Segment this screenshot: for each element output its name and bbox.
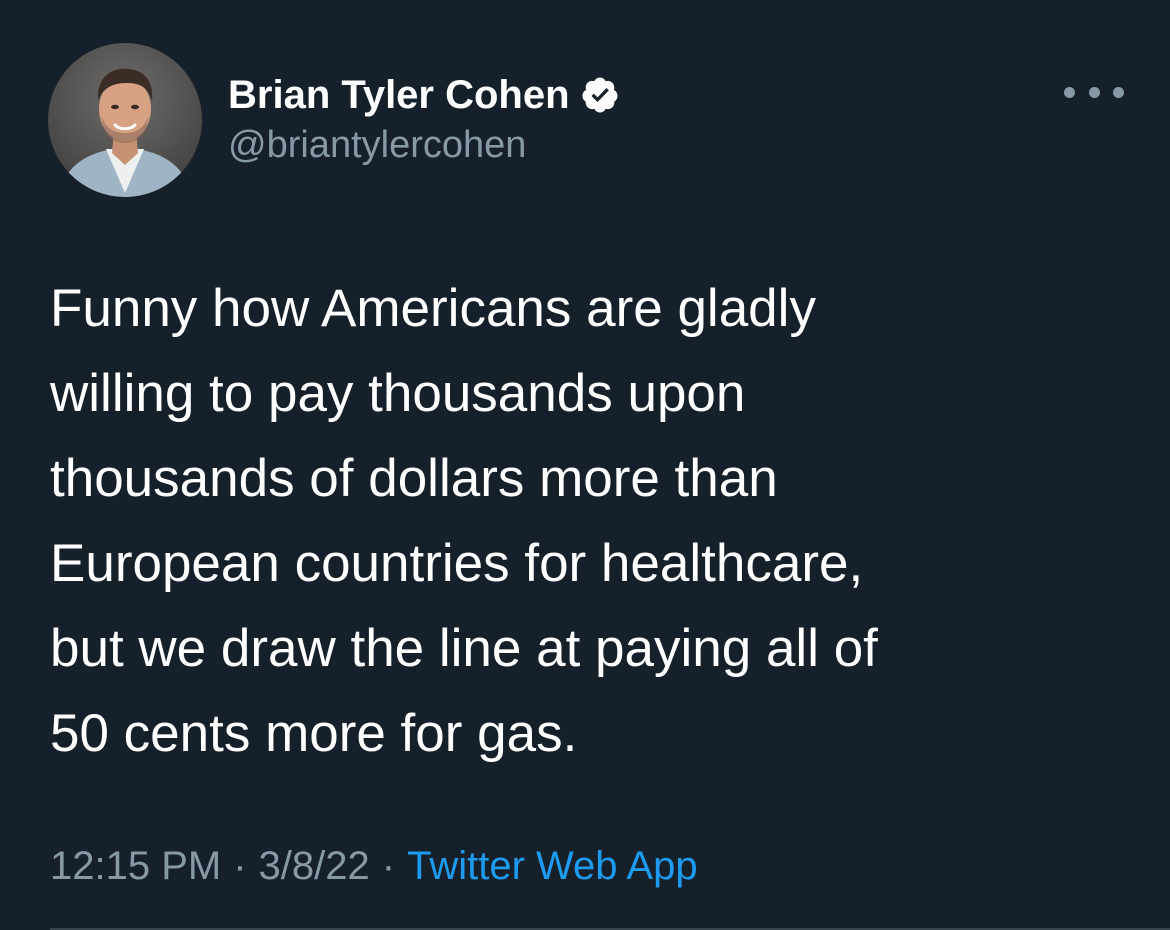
more-horizontal-icon (1064, 86, 1075, 98)
author-handle[interactable]: @briantylercohen (228, 124, 526, 167)
tweet-time[interactable]: 12:15 PM (50, 844, 221, 889)
tweet-card: Brian Tyler Cohen @briantylercohen Funny… (0, 0, 1170, 930)
metadata-separator: · (233, 843, 247, 888)
tweet-text: Funny how Americans are gladly willing t… (50, 279, 878, 763)
metadata-separator: · (381, 843, 396, 888)
more-horizontal-icon-dot (1113, 86, 1124, 98)
more-horizontal-icon-dot (1088, 86, 1100, 98)
tweet-metadata: 12:15 PM · 3/8/22 · Twitter Web App (50, 838, 698, 894)
author-display-name[interactable]: Brian Tyler Cohen (228, 73, 570, 118)
more-options-button[interactable] (1064, 74, 1124, 110)
tweet-source-link[interactable]: Twitter Web App (407, 844, 698, 889)
avatar[interactable] (48, 43, 202, 197)
author-name-row[interactable]: Brian Tyler Cohen (228, 68, 620, 122)
verified-badge-icon (580, 75, 620, 115)
tweet-date[interactable]: 3/8/22 (259, 844, 370, 889)
avatar-image (48, 43, 202, 197)
